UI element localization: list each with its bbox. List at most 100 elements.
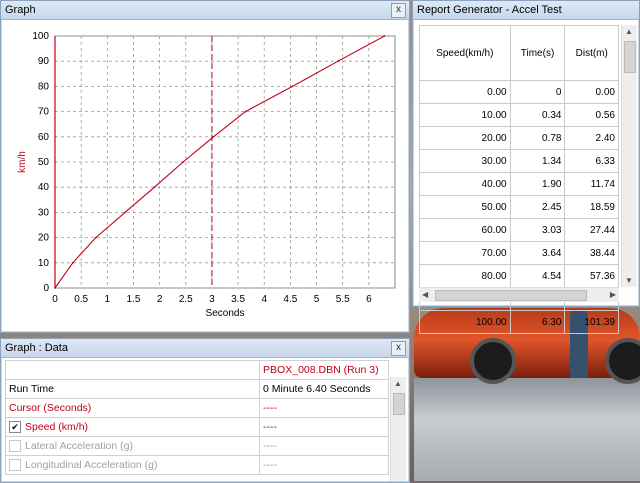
y-axis-label: km/h bbox=[17, 151, 28, 173]
x-tick-label: 6 bbox=[366, 294, 372, 305]
channel-checkbox[interactable] bbox=[9, 459, 21, 472]
table-cell: 0.34 bbox=[509, 103, 566, 127]
data-row-label-cell: Run Time bbox=[4, 379, 261, 399]
table-cell: 1.34 bbox=[509, 149, 566, 173]
table-cell: 38.44 bbox=[564, 241, 619, 265]
table-cell: 11.74 bbox=[564, 172, 619, 196]
table-cell: 57.36 bbox=[564, 264, 619, 288]
data-scroll-thumb[interactable] bbox=[393, 393, 405, 415]
table-row[interactable]: 60.00 3.03 27.44 bbox=[419, 218, 619, 242]
speed-data-point bbox=[153, 186, 156, 189]
table-row[interactable]: 20.00 0.78 2.40 bbox=[419, 126, 619, 150]
speed-time-chart[interactable]: 0 0.5 1 1.5 2 2.5 3 3.5 4 4.5 5 5.5 6010203040506070… bbox=[1, 20, 409, 331]
y-tick-label: 90 bbox=[38, 56, 50, 67]
data-row-value: ---- bbox=[259, 436, 389, 456]
table-cell: 0.56 bbox=[564, 103, 619, 127]
channel-checkbox[interactable]: ✔ bbox=[9, 421, 21, 434]
table-cell: 80.00 bbox=[419, 264, 511, 288]
data-row-label: Lateral Acceleration (g) bbox=[25, 439, 133, 452]
table-cell: 3.64 bbox=[509, 241, 566, 265]
table-row[interactable]: 50.00 2.45 18.59 bbox=[419, 195, 619, 219]
report-horizontal-scrollbar[interactable]: ◀ ▶ bbox=[419, 287, 619, 302]
graph-titlebar[interactable]: Graph x bbox=[1, 1, 409, 20]
y-tick-label: 40 bbox=[38, 182, 50, 193]
y-tick-label: 20 bbox=[38, 233, 50, 244]
data-row-value: ---- bbox=[259, 417, 389, 437]
table-row[interactable]: 10.00 0.34 0.56 bbox=[419, 103, 619, 127]
y-tick-label: 100 bbox=[32, 31, 49, 42]
table-cell: 4.54 bbox=[509, 264, 566, 288]
data-row-label-cell: Lateral Acceleration (g) bbox=[4, 436, 261, 456]
channel-checkbox[interactable] bbox=[9, 440, 21, 453]
column-header-dist[interactable]: Dist(m) bbox=[564, 25, 619, 81]
column-header-speed[interactable]: Speed(km/h) bbox=[419, 25, 511, 81]
data-table: PBOX_008.DBN (Run 3) Run Time 0 Minute 6.… bbox=[4, 360, 389, 475]
table-cell: 27.44 bbox=[564, 218, 619, 242]
report-scroll-thumb[interactable] bbox=[624, 41, 636, 73]
table-cell: 101.39 bbox=[564, 310, 619, 334]
table-cell: 0.00 bbox=[564, 80, 619, 104]
y-tick-label: 50 bbox=[38, 157, 50, 168]
data-vertical-scrollbar[interactable]: ▲ bbox=[390, 377, 406, 481]
report-title: Report Generator - Accel Test bbox=[417, 4, 562, 16]
scroll-up-icon[interactable]: ▲ bbox=[625, 27, 633, 36]
column-header-time[interactable]: Time(s) bbox=[509, 25, 566, 81]
report-hscroll-thumb[interactable] bbox=[435, 290, 587, 301]
data-row-value: ---- bbox=[259, 398, 389, 418]
x-tick-label: 2.5 bbox=[179, 294, 193, 305]
table-cell: 0 bbox=[509, 80, 566, 104]
data-row[interactable]: ✔ Speed (km/h) ---- bbox=[4, 417, 389, 437]
graph-title: Graph bbox=[5, 4, 36, 16]
table-cell: 3.03 bbox=[509, 218, 566, 242]
x-tick-label: 0 bbox=[52, 294, 58, 305]
table-cell: 70.00 bbox=[419, 241, 511, 265]
data-row[interactable]: Lateral Acceleration (g) ---- bbox=[4, 436, 389, 456]
x-tick-label: 1.5 bbox=[127, 294, 141, 305]
data-row-label: Cursor (Seconds) bbox=[9, 402, 92, 414]
table-row[interactable]: 100.00 6.30 101.39 bbox=[419, 310, 619, 334]
background-road bbox=[414, 378, 640, 481]
y-tick-label: 0 bbox=[43, 283, 49, 294]
speed-data-point bbox=[124, 211, 126, 214]
speed-data-point bbox=[54, 287, 56, 289]
report-titlebar[interactable]: Report Generator - Accel Test bbox=[413, 1, 639, 20]
table-cell: 20.00 bbox=[419, 126, 511, 150]
table-row[interactable]: 30.00 1.34 6.33 bbox=[419, 149, 619, 173]
speed-data-point bbox=[182, 161, 185, 163]
table-cell: 0.00 bbox=[419, 80, 511, 104]
data-close-button[interactable]: x bbox=[391, 341, 406, 356]
scroll-left-icon[interactable]: ◀ bbox=[422, 290, 428, 299]
data-titlebar[interactable]: Graph : Data x bbox=[1, 339, 409, 358]
table-cell: 6.33 bbox=[564, 149, 619, 173]
table-row[interactable]: 80.00 4.54 57.36 bbox=[419, 264, 619, 288]
data-title: Graph : Data bbox=[5, 342, 68, 354]
table-cell: 40.00 bbox=[419, 172, 511, 196]
table-cell: 50.00 bbox=[419, 195, 511, 219]
data-row[interactable]: Longitudinal Acceleration (g) ---- bbox=[4, 455, 389, 475]
x-tick-label: 5 bbox=[314, 294, 320, 305]
table-cell: 10.00 bbox=[419, 103, 511, 127]
speed-data-point bbox=[291, 85, 294, 88]
report-window: Report Generator - Accel Test Speed(km/h… bbox=[412, 0, 640, 334]
data-row-value: 0 Minute 6.40 Seconds bbox=[259, 379, 389, 399]
x-axis-label: Seconds bbox=[206, 308, 245, 319]
x-tick-label: 4 bbox=[261, 294, 267, 305]
scroll-up-icon[interactable]: ▲ bbox=[394, 379, 402, 388]
file-header[interactable]: PBOX_008.DBN (Run 3) bbox=[259, 360, 389, 380]
x-tick-label: 5.5 bbox=[336, 294, 350, 305]
scroll-right-icon[interactable]: ▶ bbox=[610, 290, 616, 299]
data-row[interactable]: Cursor (Seconds) ---- bbox=[4, 398, 389, 418]
x-tick-label: 4.5 bbox=[283, 294, 297, 305]
table-row[interactable]: 70.00 3.64 38.44 bbox=[419, 241, 619, 265]
speed-data-point bbox=[71, 261, 74, 264]
table-row[interactable]: 0.00 0 0.00 bbox=[419, 80, 619, 104]
table-row[interactable]: 40.00 1.90 11.74 bbox=[419, 172, 619, 196]
data-row-value: ---- bbox=[259, 455, 389, 475]
x-tick-label: 1 bbox=[105, 294, 111, 305]
data-row[interactable]: Run Time 0 Minute 6.40 Seconds bbox=[4, 379, 389, 399]
graph-close-button[interactable]: x bbox=[391, 3, 406, 18]
scroll-down-icon[interactable]: ▼ bbox=[625, 276, 633, 285]
y-tick-label: 80 bbox=[38, 81, 50, 92]
speed-data-point bbox=[212, 135, 215, 138]
report-vertical-scrollbar[interactable]: ▲ ▼ bbox=[621, 25, 637, 287]
